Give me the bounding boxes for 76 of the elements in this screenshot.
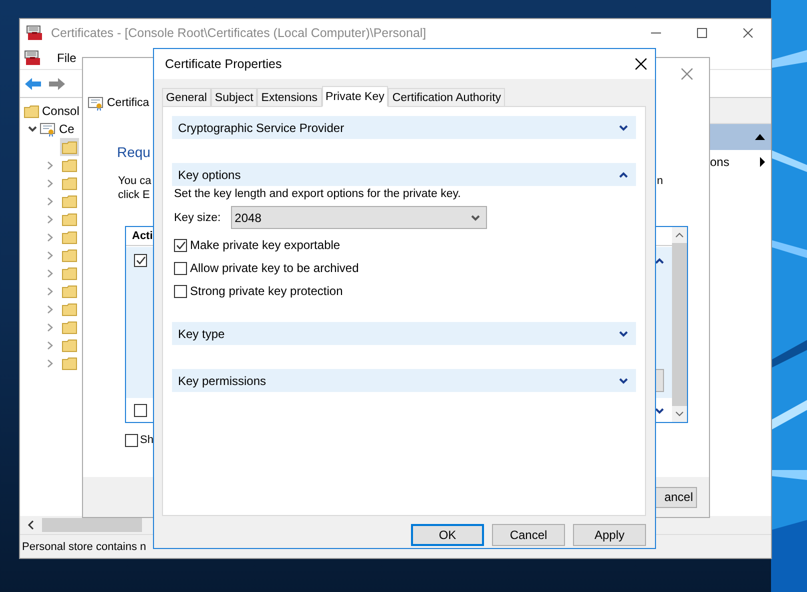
folder-icon [62,338,77,352]
toolbox-icon [26,25,43,41]
tab[interactable]: Extensions [257,88,322,106]
submenu-triangle-icon [760,157,765,167]
menu-item[interactable]: File [57,51,76,65]
folder-icon [62,212,77,226]
folder-icon [62,356,77,370]
checkbox-label: Strong private key protection [190,284,343,298]
expand-caret-icon [28,126,37,132]
field-label: Key size: [174,212,221,224]
folder-icon [62,176,77,190]
expand-chevron-icon [619,378,628,384]
actions-header[interactable] [710,124,771,150]
tab[interactable]: Certification Authority [388,88,506,106]
list-header: Acti [132,230,153,242]
dialog-button[interactable]: Apply [573,524,646,546]
collapse-chevron-icon [655,258,664,264]
key-size-dropdown[interactable]: 2048 [230,206,487,229]
tab[interactable]: Subject [210,88,258,106]
window-title: Certificates - [Console Root\Certificates (Local Computer)\Personal] [51,26,426,40]
close-icon[interactable] [635,58,647,70]
collapse-chevron-icon [619,172,628,178]
folder-icon [62,248,77,262]
folder-icon [62,302,77,316]
scroll-left-icon[interactable] [26,520,36,530]
instruction-text: n [656,174,663,189]
status-bar-text: Personal store contains n [22,540,146,552]
instruction-text: click E [118,188,150,202]
expand-chevron-icon [619,330,628,336]
checkbox-label: Allow private key to be archived [190,261,359,275]
folder-icon [62,230,77,244]
checkbox-label: Make private key exportable [190,238,340,252]
folder-icon [62,140,77,154]
checkbox[interactable] [174,284,187,298]
collapse-triangle-icon [755,134,765,140]
checkbox[interactable] [174,262,187,274]
section-description: Set the key length and export options for the private key. [173,187,462,200]
wizard-title: Certifica [107,97,150,109]
checkbox-label: Sh [140,433,154,447]
minimize-icon[interactable] [651,32,661,34]
checkbox[interactable] [134,404,147,416]
dialog-title: Certificate Properties [165,57,282,71]
checkbox[interactable] [125,434,138,446]
tab[interactable]: Private Key [322,86,388,107]
wizard-heading: Requ [116,143,150,160]
expand-chevron-icon [655,408,664,414]
folder-icon [62,284,77,298]
forward-arrow-icon[interactable] [48,76,66,90]
checkbox[interactable] [174,238,187,252]
folder-icon [62,320,77,334]
certificate-icon [40,122,56,136]
section-header[interactable]: Cryptographic Service Provider [172,116,636,139]
tree-item[interactable]: Consol [42,104,80,118]
section-header[interactable]: Key permissions [172,369,636,392]
toolbox-icon [24,50,41,66]
instruction-text: You ca [118,174,152,188]
section-header[interactable]: Key type [172,322,636,345]
tree-item[interactable]: Ce [59,122,74,136]
dialog-button[interactable]: OK [411,524,484,546]
dialog-button[interactable]: Cancel [492,524,565,546]
folder-icon [62,266,77,280]
tab[interactable]: General [162,88,211,106]
back-arrow-icon[interactable] [24,76,42,90]
folder-icon [24,104,39,118]
certificate-icon [88,96,104,110]
dropdown-caret-icon [470,214,480,220]
pane-menu-entry[interactable]: ons [710,155,730,169]
expand-chevron-icon [619,124,628,130]
folder-icon [62,194,77,208]
vertical-scrollbar[interactable] [672,227,687,422]
folder-icon [62,158,77,172]
section-header[interactable]: Key options [172,163,636,186]
maximize-icon[interactable] [697,28,707,38]
close-icon[interactable] [743,28,753,38]
checkbox[interactable] [134,254,147,266]
tree-folder[interactable] [60,138,79,156]
